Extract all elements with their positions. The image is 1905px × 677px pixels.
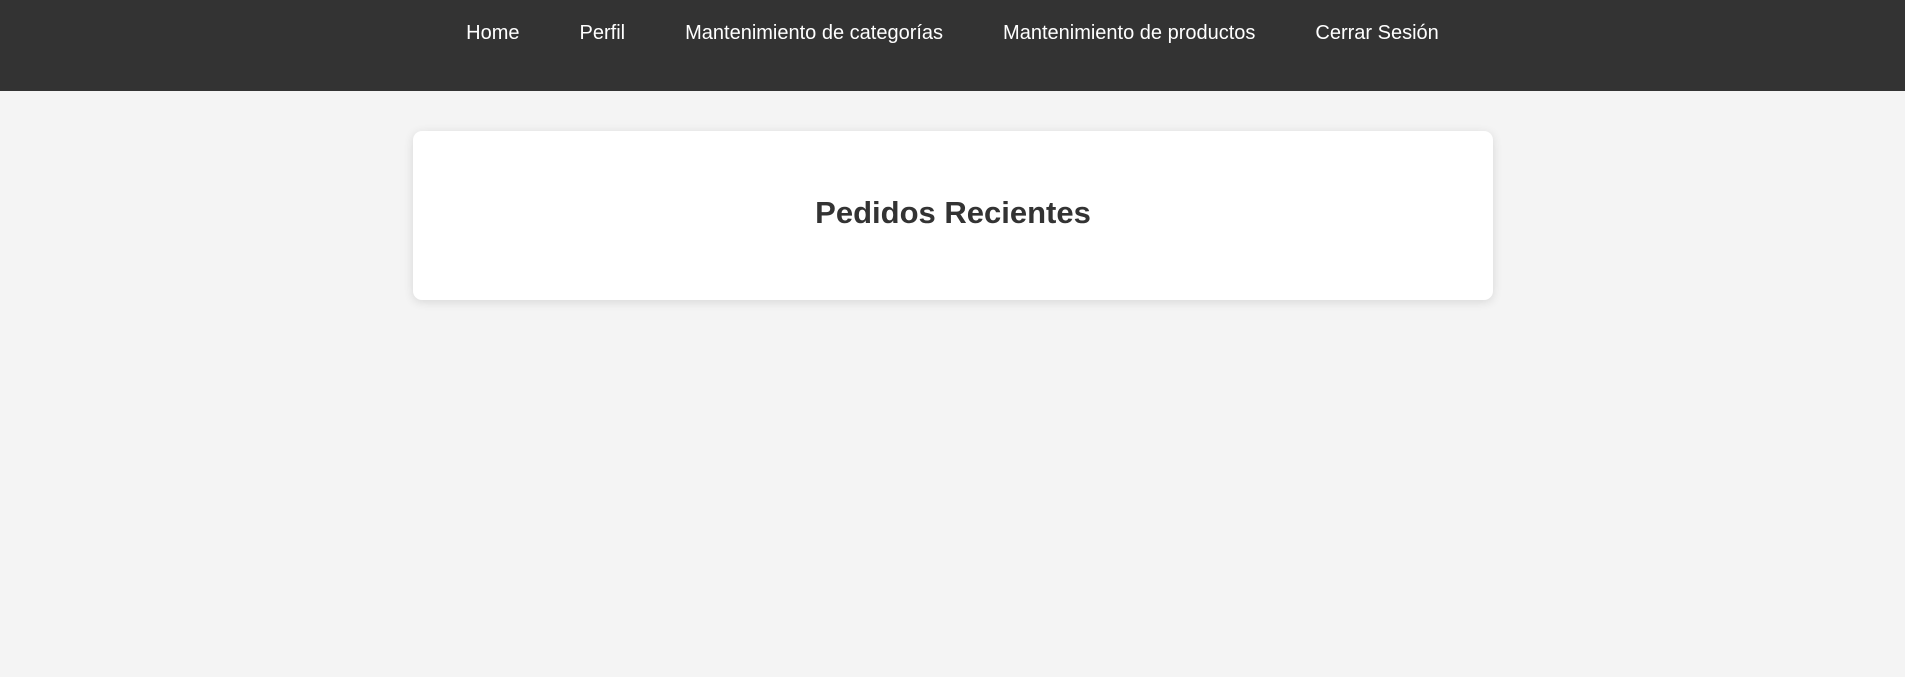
nav-item-home[interactable]: Home (466, 22, 519, 44)
nav-item-perfil[interactable]: Perfil (580, 22, 626, 44)
nav-item-mantenimiento-productos[interactable]: Mantenimiento de productos (1003, 22, 1255, 44)
recent-orders-card: Pedidos Recientes (413, 131, 1493, 300)
nav-item-cerrar-sesion[interactable]: Cerrar Sesión (1315, 22, 1438, 44)
top-navigation-bar: Home Perfil Mantenimiento de categorías … (0, 0, 1905, 91)
page-title: Pedidos Recientes (815, 195, 1091, 230)
nav-item-mantenimiento-categorias[interactable]: Mantenimiento de categorías (685, 22, 943, 44)
nav-menu: Home Perfil Mantenimiento de categorías … (0, 22, 1905, 44)
